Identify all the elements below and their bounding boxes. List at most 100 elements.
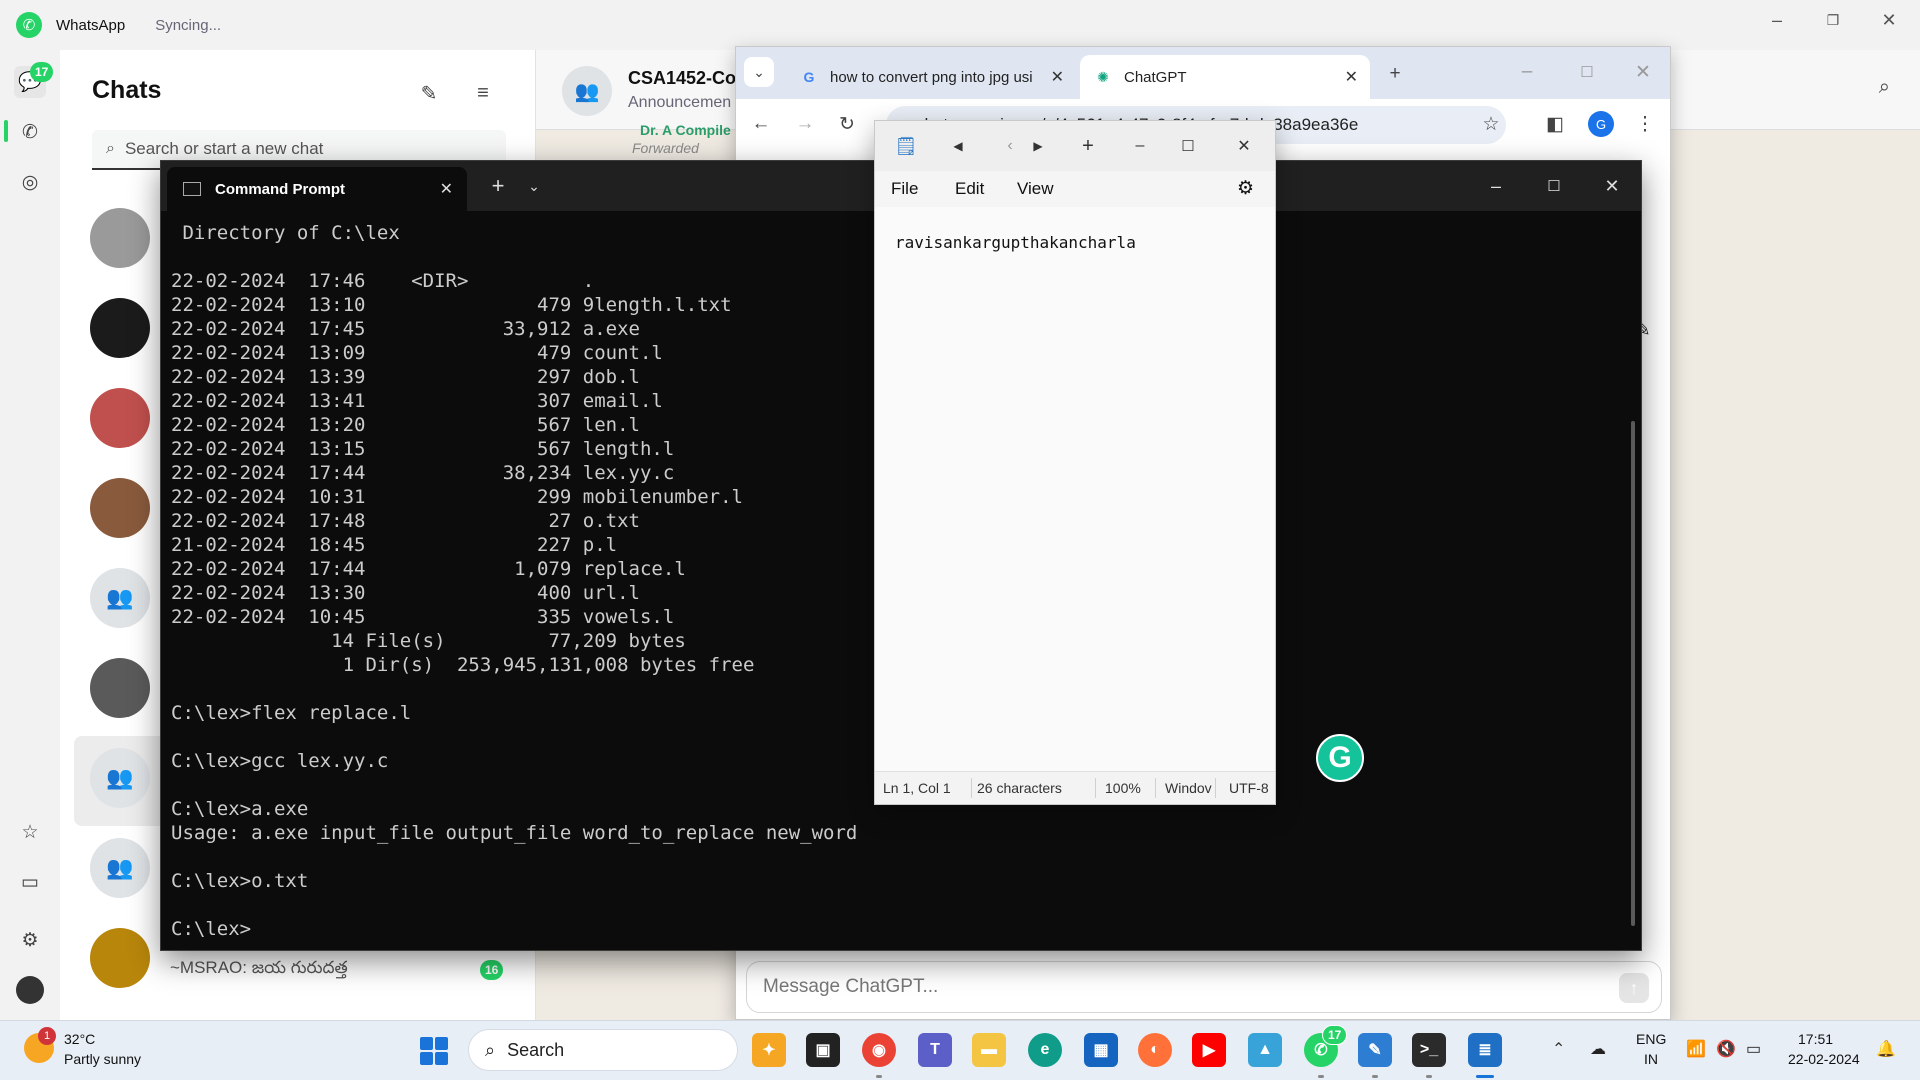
minimize-button[interactable]: –: [1127, 133, 1153, 159]
edge-icon[interactable]: e: [1028, 1033, 1062, 1067]
close-button[interactable]: ✕: [1866, 0, 1912, 40]
teams-icon[interactable]: T: [918, 1033, 952, 1067]
tray-overflow-chevron-icon[interactable]: ⌃: [1552, 1039, 1565, 1059]
minimize-button[interactable]: –: [1481, 171, 1511, 201]
chat-avatar[interactable]: [90, 298, 150, 358]
zoom-level[interactable]: 100%: [1105, 780, 1141, 796]
side-panel-icon[interactable]: ◧: [1540, 109, 1570, 139]
scroll-right-icon[interactable]: ▶: [1025, 133, 1051, 159]
maximize-button[interactable]: ☐: [1572, 57, 1602, 87]
store-icon[interactable]: ▦: [1084, 1033, 1118, 1067]
firefox-icon[interactable]: ◐: [1138, 1033, 1172, 1067]
unread-badge: 16: [480, 960, 504, 980]
task-view-icon[interactable]: ▣: [806, 1033, 840, 1067]
scrollbar[interactable]: [1631, 421, 1635, 926]
encoding[interactable]: UTF-8: [1229, 780, 1269, 796]
chrome-icon[interactable]: ◉: [862, 1033, 896, 1067]
close-button[interactable]: ✕: [1231, 133, 1257, 159]
input-region[interactable]: IN: [1644, 1051, 1658, 1067]
battery-icon[interactable]: ▭: [1746, 1039, 1761, 1059]
close-tab-icon[interactable]: ✕: [1051, 67, 1064, 87]
tab-overflow-icon[interactable]: ‹: [997, 133, 1023, 159]
notepad-taskbar-icon[interactable]: ≣: [1468, 1033, 1502, 1067]
maximize-button[interactable]: ☐: [1175, 133, 1201, 159]
chat-avatar[interactable]: [90, 928, 150, 988]
menu-icon[interactable]: ⋮: [1630, 109, 1660, 139]
youtube-icon[interactable]: ▶: [1192, 1033, 1226, 1067]
paint-icon[interactable]: ✎: [1358, 1033, 1392, 1067]
settings-gear-icon[interactable]: ⚙: [1237, 177, 1254, 200]
mountain-app-icon[interactable]: ▲: [1248, 1033, 1282, 1067]
reload-icon[interactable]: ↻: [832, 109, 862, 139]
scroll-left-icon[interactable]: ◀: [945, 133, 971, 159]
chat-avatar[interactable]: [90, 388, 150, 448]
divider: [1215, 778, 1216, 798]
weather-temperature[interactable]: 32°C: [64, 1031, 95, 1047]
chat-avatar[interactable]: [90, 658, 150, 718]
volume-muted-icon[interactable]: 🔇: [1716, 1039, 1736, 1059]
back-icon[interactable]: ←: [746, 109, 776, 139]
close-tab-icon[interactable]: ✕: [1345, 67, 1358, 87]
whatsapp-titlebar: ✆ WhatsApp Syncing... – ❐ ✕: [0, 0, 1920, 50]
tab-google[interactable]: G how to convert png into jpg usi ✕: [786, 55, 1076, 99]
terminal-taskbar-icon[interactable]: >_: [1412, 1033, 1446, 1067]
chat-avatar[interactable]: [90, 208, 150, 268]
copilot-icon[interactable]: ✦: [752, 1033, 786, 1067]
group-avatar-icon[interactable]: 👥: [90, 748, 150, 808]
new-chat-icon[interactable]: ✎: [414, 78, 444, 108]
profile-avatar[interactable]: G: [1588, 111, 1614, 137]
chats-title: Chats: [92, 76, 162, 104]
conversation-subtitle: Announcemen: [628, 94, 732, 111]
archived-nav-icon[interactable]: ▭: [14, 866, 46, 898]
clock-time[interactable]: 17:51: [1798, 1031, 1833, 1047]
group-avatar-icon[interactable]: 👥: [90, 838, 150, 898]
cursor-position: Ln 1, Col 1: [883, 780, 951, 796]
new-tab-icon[interactable]: +: [483, 171, 513, 201]
dropdown-chevron-icon[interactable]: ⌄: [519, 171, 549, 201]
minimize-button[interactable]: –: [1512, 57, 1542, 87]
weather-description[interactable]: Partly sunny: [64, 1051, 141, 1067]
close-button[interactable]: ✕: [1628, 57, 1658, 87]
wifi-icon[interactable]: 📶: [1686, 1039, 1706, 1059]
menu-edit[interactable]: Edit: [955, 179, 984, 199]
minimize-button[interactable]: –: [1754, 0, 1800, 40]
cloud-sync-icon[interactable]: ☁: [1590, 1039, 1606, 1059]
new-tab-icon[interactable]: +: [1380, 59, 1410, 89]
chat-avatar[interactable]: [90, 478, 150, 538]
settings-nav-icon[interactable]: ⚙: [14, 924, 46, 956]
calls-nav-icon[interactable]: ✆: [14, 116, 46, 148]
menu-view[interactable]: View: [1017, 179, 1054, 199]
taskbar-search[interactable]: ⌕ Search: [468, 1029, 738, 1071]
notification-bell-icon[interactable]: 🔔: [1876, 1039, 1896, 1059]
grammarly-icon[interactable]: G: [1316, 734, 1364, 782]
notepad-text-area[interactable]: ravisankargupthakancharla: [895, 233, 1136, 252]
send-icon[interactable]: ↑: [1619, 973, 1649, 1003]
status-nav-icon[interactable]: ◎: [14, 166, 46, 198]
forward-icon[interactable]: →: [790, 109, 820, 139]
search-icon[interactable]: ⌕: [1879, 76, 1890, 99]
line-ending[interactable]: Windov: [1165, 780, 1212, 796]
message-input[interactable]: Message ChatGPT... ↑: [746, 961, 1662, 1013]
sync-status: Syncing...: [155, 16, 222, 34]
profile-avatar[interactable]: [16, 976, 44, 1004]
tab-command-prompt[interactable]: Command Prompt ✕: [167, 167, 467, 211]
file-explorer-icon[interactable]: ▬: [972, 1033, 1006, 1067]
menu-file[interactable]: File: [891, 179, 918, 199]
group-avatar-icon[interactable]: 👥: [90, 568, 150, 628]
new-tab-icon[interactable]: +: [1075, 133, 1101, 159]
message-sender: Dr. A Compile: [640, 122, 731, 138]
start-button[interactable]: [420, 1037, 448, 1065]
filter-icon[interactable]: ≡: [468, 78, 498, 108]
clock-date[interactable]: 22-02-2024: [1788, 1051, 1860, 1067]
bookmark-star-icon[interactable]: ☆: [1476, 109, 1506, 139]
running-indicator: [1318, 1075, 1324, 1078]
restore-button[interactable]: ❐: [1810, 0, 1856, 40]
windows-taskbar: 1 32°C Partly sunny ⌕ Search ✦ ▣ ◉ T ▬ e…: [0, 1020, 1920, 1080]
close-button[interactable]: ✕: [1597, 171, 1627, 201]
close-tab-icon[interactable]: ✕: [440, 179, 453, 199]
input-language[interactable]: ENG: [1636, 1031, 1666, 1047]
starred-nav-icon[interactable]: ☆: [14, 816, 46, 848]
tab-search-icon[interactable]: ⌄: [744, 57, 774, 87]
tab-chatgpt[interactable]: ✺ ChatGPT ✕: [1080, 55, 1370, 99]
maximize-button[interactable]: ☐: [1539, 171, 1569, 201]
